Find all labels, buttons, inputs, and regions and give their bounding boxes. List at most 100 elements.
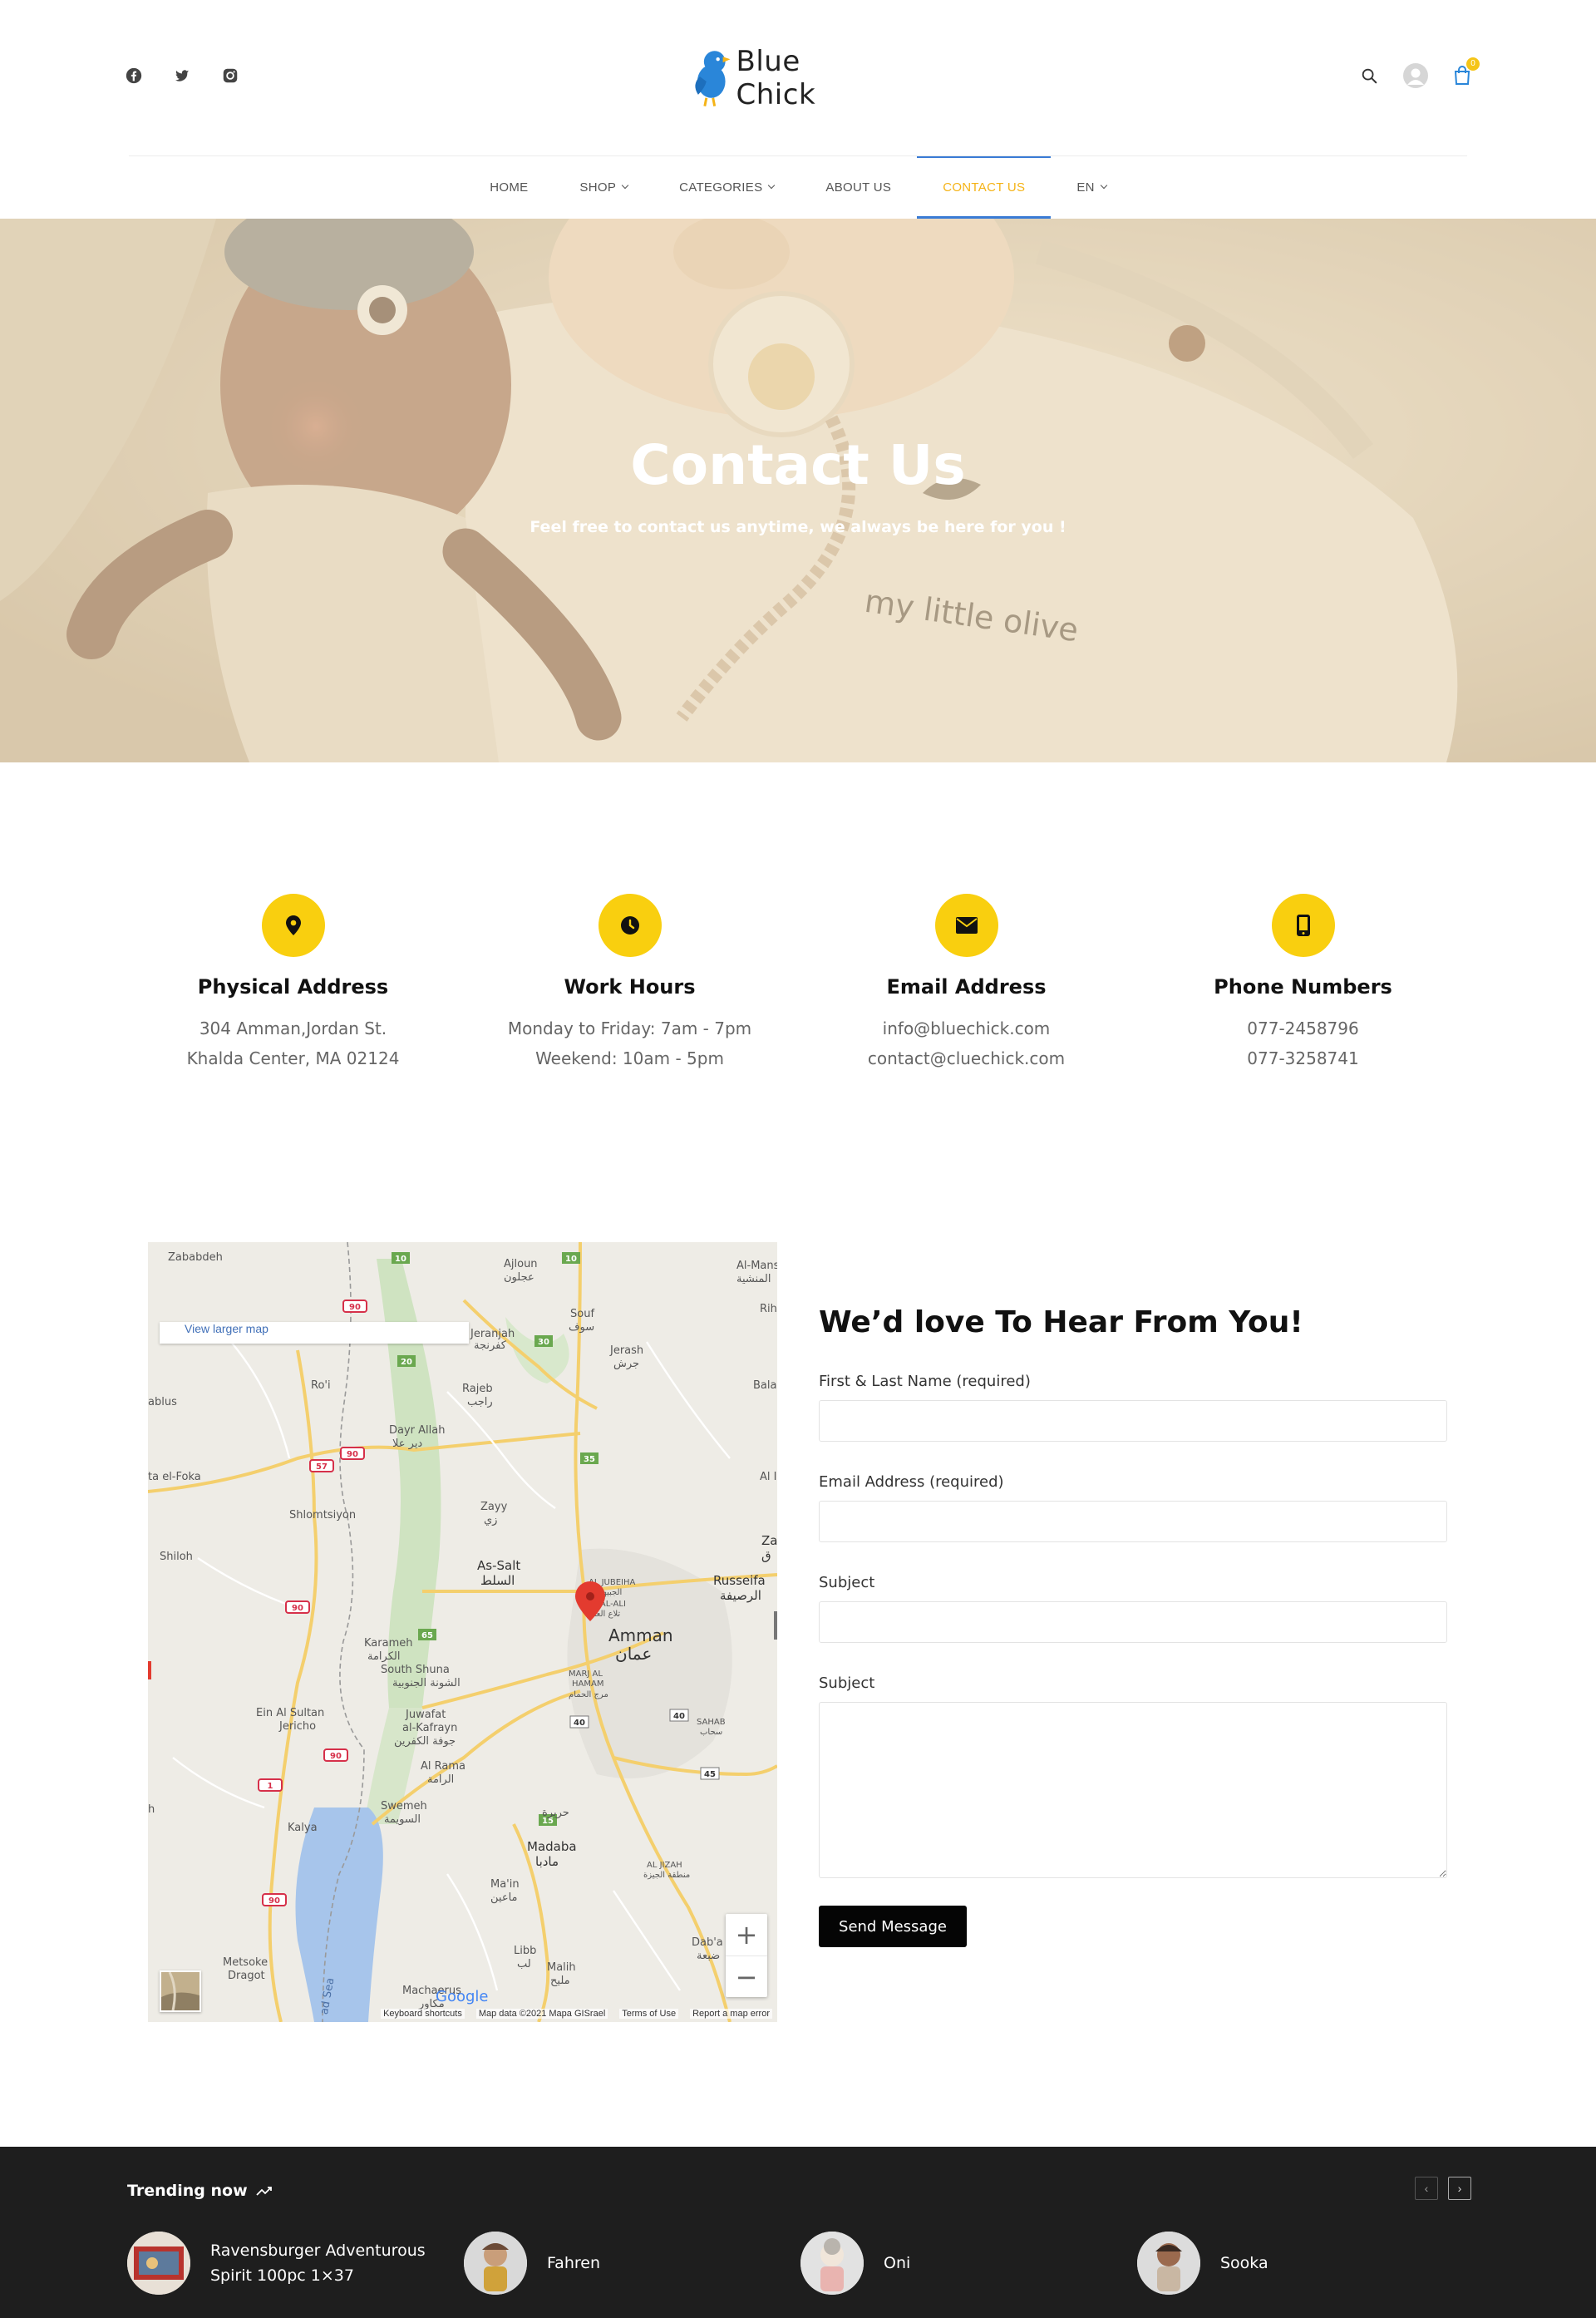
- map-label: Souf: [570, 1308, 594, 1320]
- map-label: Libb: [514, 1945, 536, 1957]
- facebook-icon[interactable]: [125, 67, 143, 85]
- map-marker-icon: [285, 915, 301, 935]
- road-number: 10: [395, 1255, 406, 1264]
- subject-input[interactable]: [819, 1601, 1447, 1643]
- road-shield: 90: [342, 1300, 367, 1313]
- zoom-in-button[interactable]: +: [726, 1914, 767, 1956]
- view-larger-map-link[interactable]: View larger map: [185, 1322, 268, 1335]
- road-number: 90: [268, 1896, 280, 1906]
- chevron-down-icon: [621, 181, 629, 190]
- instagram-icon[interactable]: [221, 67, 239, 85]
- nav-item-home[interactable]: HOME: [464, 156, 554, 219]
- clock-icon: [620, 916, 639, 935]
- name-input[interactable]: [819, 1400, 1447, 1442]
- road-number: 65: [421, 1631, 433, 1640]
- trending-list: Ravensburger Adventurous Spirit 100pc 1×…: [127, 2232, 1474, 2295]
- chick-logo-icon: [695, 51, 731, 106]
- map-label: Madaba: [527, 1839, 577, 1854]
- trending-item[interactable]: Ravensburger Adventurous Spirit 100pc 1×…: [127, 2232, 464, 2295]
- map-label: المنشية: [736, 1273, 771, 1285]
- cart-button[interactable]: 0: [1453, 57, 1480, 86]
- road-shield: 90: [323, 1748, 348, 1762]
- map-label: Ma'in: [490, 1878, 520, 1891]
- twitter-icon[interactable]: [173, 67, 191, 85]
- map-label: Russeifa: [713, 1573, 766, 1588]
- trending-pager: ‹ ›: [1415, 2177, 1471, 2200]
- info-card-phone: Phone Numbers 077-2458796 077-3258741: [1135, 894, 1471, 1093]
- user-avatar-icon[interactable]: [1403, 63, 1428, 88]
- map-link-panel: View larger map: [160, 1322, 469, 1344]
- send-message-button[interactable]: Send Message: [819, 1906, 967, 1947]
- trending-item[interactable]: Sooka: [1137, 2232, 1474, 2295]
- road-shield: 90: [285, 1600, 310, 1614]
- page-title: Contact Us: [630, 433, 966, 497]
- map-label: ضبعة: [697, 1950, 720, 1962]
- map-label: Ein Al Sultan: [256, 1707, 324, 1719]
- map-label: AL JIZAH: [647, 1861, 682, 1870]
- map-label: الكرامة: [367, 1650, 400, 1663]
- product-thumbnail: [800, 2232, 864, 2295]
- map-label: Karameh: [364, 1637, 412, 1650]
- road-shield: 10: [392, 1252, 410, 1264]
- trending-up-icon: [256, 2187, 272, 2196]
- trending-heading: Trending now: [127, 2182, 273, 2200]
- trending-item[interactable]: Oni: [800, 2232, 1137, 2295]
- road-number: 20: [401, 1358, 412, 1367]
- map-label: ق: [761, 1548, 771, 1563]
- product-thumbnail: [127, 2232, 190, 2295]
- road-number: 90: [349, 1303, 361, 1312]
- report-error-link[interactable]: Report a map error: [690, 2009, 772, 2019]
- doll-thumbnail: [800, 2232, 864, 2295]
- contact-info: Physical Address 304 Amman,Jordan St. Kh…: [125, 894, 1471, 1093]
- map-label: Dayr Allah: [389, 1424, 445, 1437]
- map-label: Jerash: [609, 1344, 643, 1357]
- map-canvas[interactable]: 90 90 57 90 90 1 90 35 65 40 40 45 15 30…: [148, 1242, 777, 2022]
- road-number: 30: [538, 1338, 549, 1347]
- brand-name: Blue Chick: [736, 45, 816, 111]
- road-shield: 90: [262, 1893, 287, 1906]
- icon-circle: [598, 894, 662, 957]
- nav-item-about[interactable]: ABOUT US: [800, 156, 917, 219]
- zoom-out-button[interactable]: −: [726, 1956, 767, 1997]
- doll-thumbnail: [464, 2232, 527, 2295]
- road-shield: 1: [258, 1778, 283, 1792]
- map-label: Al Rama: [421, 1760, 466, 1773]
- info-line: Khalda Center, MA 02124: [186, 1048, 400, 1068]
- search-icon[interactable]: [1360, 67, 1378, 85]
- location-map[interactable]: 90 90 57 90 90 1 90 35 65 40 40 45 15 30…: [148, 1242, 777, 2022]
- nav-item-shop[interactable]: SHOP: [554, 156, 653, 219]
- map-label: Zababdeh: [168, 1251, 223, 1264]
- site-logo[interactable]: Blue Chick: [688, 45, 888, 111]
- email-input[interactable]: [819, 1501, 1447, 1542]
- nav-item-categories[interactable]: CATEGORIES: [653, 156, 800, 219]
- road-shield: 35: [580, 1452, 598, 1464]
- map-label: عمان: [615, 1644, 652, 1664]
- trending-next-button[interactable]: ›: [1448, 2177, 1471, 2200]
- nav-label: ABOUT US: [825, 180, 892, 195]
- product-name: Ravensburger Adventurous Spirit 100pc 1×…: [210, 2242, 426, 2285]
- map-label: h: [148, 1803, 155, 1816]
- road-shield: 30: [534, 1335, 553, 1347]
- map-label: Bala: [753, 1379, 776, 1392]
- map-label: Ro'i: [311, 1379, 331, 1392]
- trending-prev-button[interactable]: ‹: [1415, 2177, 1438, 2200]
- nav-item-language[interactable]: EN: [1051, 156, 1131, 219]
- road-shield: 10: [562, 1252, 580, 1264]
- map-label: منطقة الجيزة: [643, 1871, 690, 1880]
- cart-count-badge: 0: [1466, 57, 1480, 71]
- message-label: Subject: [819, 1674, 875, 1692]
- road-number: 45: [704, 1770, 716, 1779]
- message-textarea[interactable]: [819, 1702, 1447, 1878]
- google-logo: Google: [436, 1988, 488, 2005]
- map-label: Rajeb: [462, 1383, 493, 1395]
- keyboard-shortcuts-link[interactable]: Keyboard shortcuts: [381, 2009, 465, 2019]
- nav-item-contact[interactable]: CONTACT US: [917, 156, 1052, 219]
- terms-link[interactable]: Terms of Use: [619, 2009, 679, 2019]
- trending-title: Trending now: [127, 2182, 248, 2200]
- map-label: Amman: [608, 1625, 673, 1645]
- nav-label: CONTACT US: [943, 180, 1026, 195]
- map-label: راجب: [467, 1396, 493, 1408]
- map-label: South Shuna: [381, 1664, 450, 1676]
- info-card-address: Physical Address 304 Amman,Jordan St. Kh…: [125, 894, 461, 1093]
- trending-item[interactable]: Fahren: [464, 2232, 800, 2295]
